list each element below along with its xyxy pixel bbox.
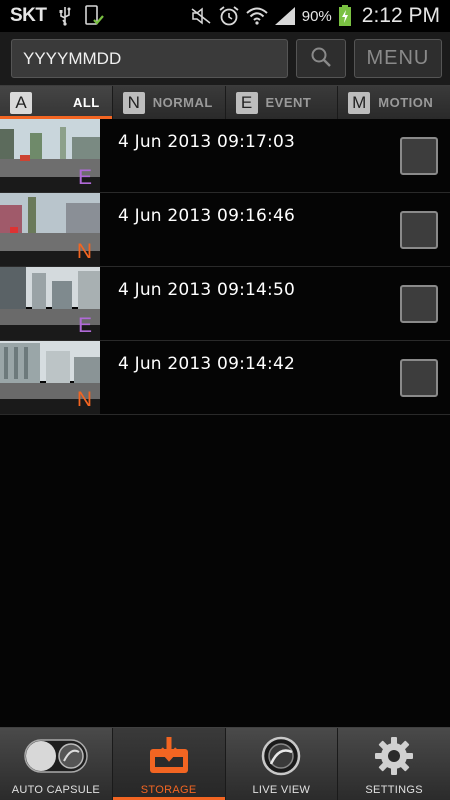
video-thumbnail[interactable]: N	[0, 341, 100, 414]
select-checkbox[interactable]	[400, 285, 438, 323]
battery-charging-icon	[338, 5, 352, 27]
video-thumbnail[interactable]: E	[0, 267, 100, 340]
capsule-toggle-icon	[24, 736, 88, 776]
gear-icon	[374, 736, 414, 776]
usb-icon	[57, 6, 73, 26]
video-timestamp: 4 Jun 2013 09:14:50	[118, 280, 296, 300]
status-right: 90% 2:12 PM	[190, 4, 440, 28]
video-list: E 4 Jun 2013 09:17:03 N 4 Jun 2013 09:16…	[0, 119, 450, 415]
status-bar: SKT 90% 2:12 PM	[0, 0, 450, 32]
video-timestamp: 4 Jun 2013 09:14:42	[118, 354, 296, 374]
normal-type-badge: N	[76, 388, 92, 411]
video-thumbnail[interactable]: E	[0, 119, 100, 192]
event-type-badge: E	[77, 166, 92, 189]
video-timestamp: 4 Jun 2013 09:17:03	[118, 132, 296, 152]
tab-label: MOTION	[378, 95, 434, 110]
search-button[interactable]	[296, 39, 346, 78]
tab-letter-badge: A	[10, 91, 32, 114]
search-icon	[310, 46, 332, 72]
tab-label: NORMAL	[152, 95, 213, 110]
phone-check-icon	[83, 5, 105, 27]
nav-settings[interactable]: SETTINGS	[338, 728, 450, 800]
select-checkbox[interactable]	[400, 211, 438, 249]
select-checkbox[interactable]	[400, 137, 438, 175]
battery-percent: 90%	[301, 7, 332, 25]
nav-label: AUTO CAPSULE	[11, 784, 101, 796]
tab-letter-badge: N	[122, 91, 145, 114]
search-bar: MENU	[0, 32, 450, 85]
carrier-name: SKT	[10, 5, 47, 26]
nav-label: STORAGE	[140, 784, 197, 796]
event-type-badge: E	[77, 314, 92, 337]
video-thumbnail[interactable]: N	[0, 193, 100, 266]
date-search-input[interactable]	[11, 39, 289, 78]
select-checkbox[interactable]	[400, 359, 438, 397]
nav-label: LIVE VIEW	[252, 784, 311, 796]
tab-normal[interactable]: N NORMAL	[112, 86, 226, 119]
nav-storage[interactable]: STORAGE	[112, 728, 226, 800]
tab-event[interactable]: E EVENT	[225, 86, 339, 119]
tab-motion[interactable]: M MOTION	[338, 86, 450, 119]
nav-label: SETTINGS	[365, 784, 423, 796]
video-row[interactable]: E 4 Jun 2013 09:14:50	[0, 267, 450, 341]
video-row[interactable]: N 4 Jun 2013 09:16:46	[0, 193, 450, 267]
video-row[interactable]: N 4 Jun 2013 09:14:42	[0, 341, 450, 415]
clock: 2:12 PM	[361, 4, 440, 27]
alarm-icon	[218, 5, 240, 27]
filter-tabs: A ALL N NORMAL E EVENT M MOTION	[0, 85, 450, 119]
video-timestamp: 4 Jun 2013 09:16:46	[118, 206, 296, 226]
tab-label: ALL	[72, 95, 100, 110]
normal-type-badge: N	[76, 240, 92, 263]
nav-live-view[interactable]: LIVE VIEW	[225, 728, 339, 800]
video-row[interactable]: E 4 Jun 2013 09:17:03	[0, 119, 450, 193]
storage-download-icon	[149, 736, 189, 776]
tab-label: EVENT	[265, 95, 312, 110]
menu-button[interactable]: MENU	[353, 39, 442, 78]
status-left: SKT	[10, 5, 105, 27]
tab-letter-badge: M	[348, 91, 371, 114]
live-view-lens-icon	[261, 736, 301, 776]
bottom-nav: AUTO CAPSULE STORAGE LIVE VIEW SETTINGS	[0, 727, 450, 800]
nav-auto-capsule[interactable]: AUTO CAPSULE	[0, 728, 113, 800]
tab-all[interactable]: A ALL	[0, 86, 113, 119]
mute-icon	[190, 7, 212, 25]
signal-icon	[274, 6, 296, 26]
wifi-icon	[246, 7, 268, 25]
tab-letter-badge: E	[235, 91, 258, 114]
